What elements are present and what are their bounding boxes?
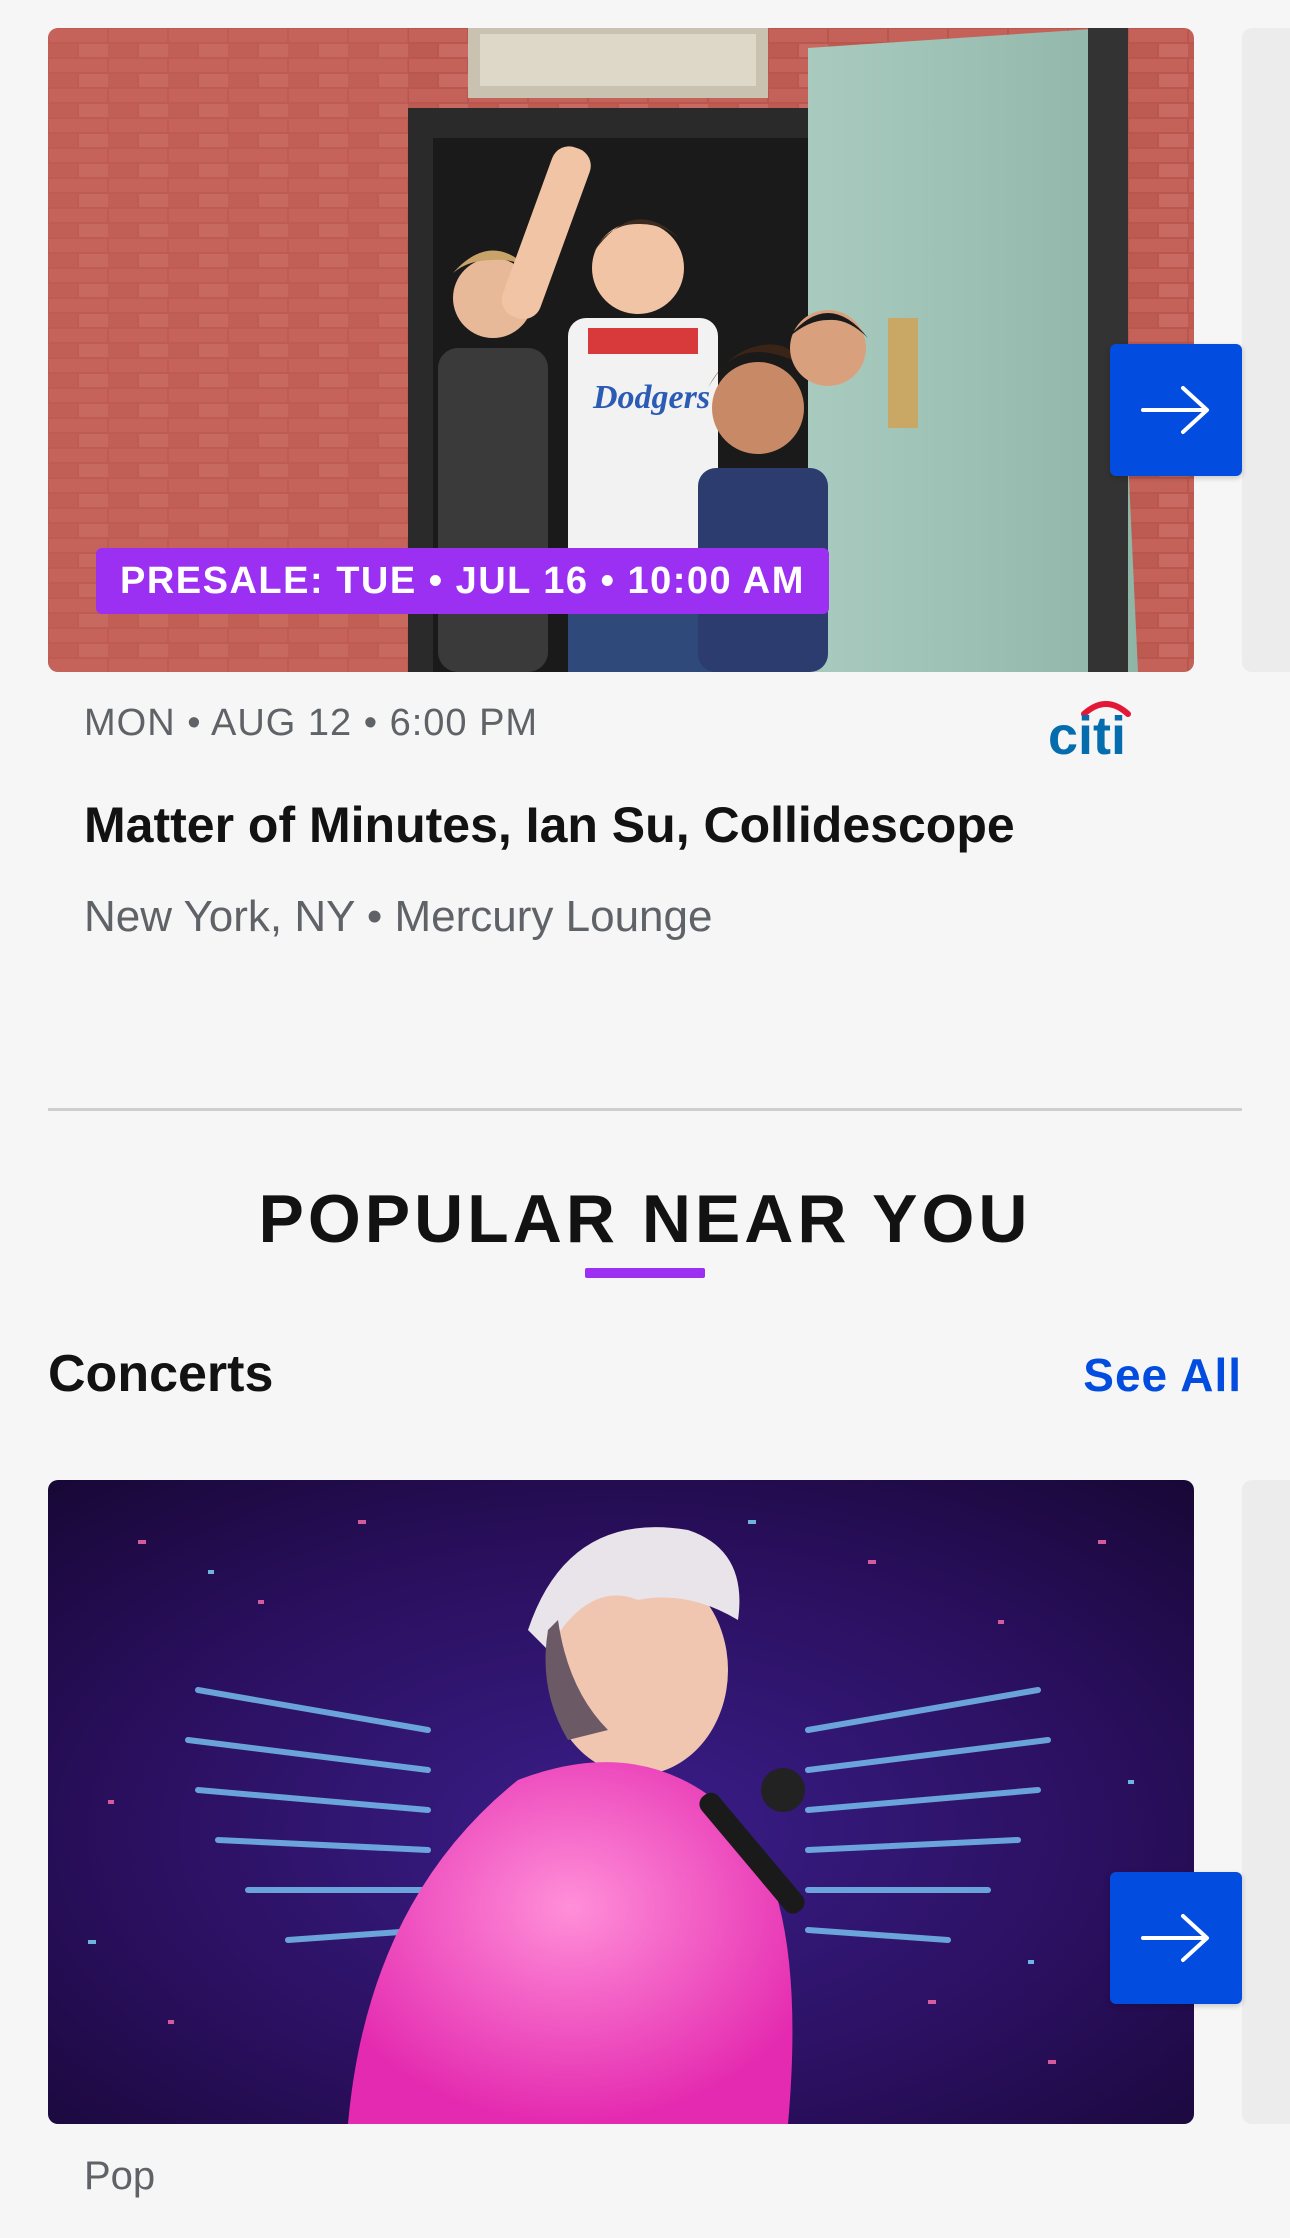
next-event-card-peek[interactable]	[1242, 28, 1290, 672]
arrow-right-icon	[1141, 386, 1209, 434]
citi-logo-text: citi	[1048, 706, 1126, 762]
presale-badge: PRESALE: TUE • JUL 16 • 10:00 AM	[96, 548, 829, 614]
next-concert-card-peek[interactable]	[1242, 1480, 1290, 2124]
next-event-button[interactable]	[1110, 344, 1242, 476]
performer-photo	[48, 1480, 1194, 2124]
see-all-link[interactable]: See All	[1083, 1348, 1242, 1402]
heading-underline	[585, 1268, 705, 1278]
section-heading: POPULAR NEAR YOU	[258, 1181, 1032, 1257]
next-concert-button[interactable]	[1110, 1872, 1242, 2004]
svg-text:Dodgers: Dodgers	[592, 379, 710, 416]
event-title[interactable]: Matter of Minutes, Ian Su, Collidescope	[84, 796, 1015, 854]
genre-label: Pop	[84, 2154, 156, 2198]
citi-logo: citi	[1046, 692, 1156, 766]
section-divider	[48, 1108, 1242, 1111]
featured-event-image[interactable]: Dodgers PRESALE: TUE • JUL 16 • 10:00 AM	[48, 28, 1194, 672]
concerts-title: Concerts	[48, 1345, 274, 1403]
concert-event-image[interactable]	[48, 1480, 1194, 2124]
arrow-right-icon	[1141, 1914, 1209, 1962]
event-venue: New York, NY • Mercury Lounge	[84, 892, 713, 941]
event-date: MON • AUG 12 • 6:00 PM	[84, 702, 539, 744]
